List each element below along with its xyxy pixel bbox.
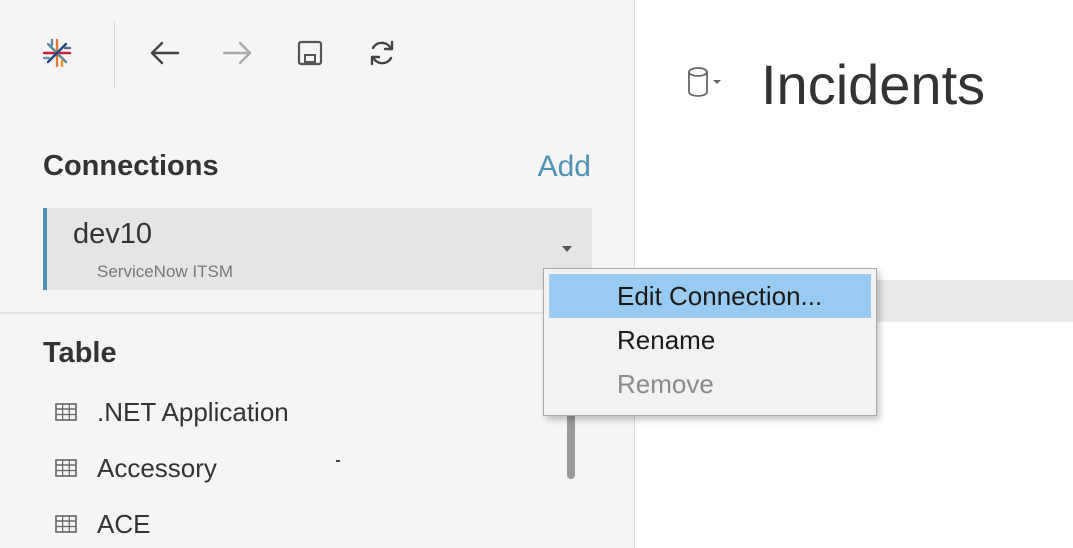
save-icon — [297, 40, 323, 66]
connection-type: ServiceNow ITSM — [97, 262, 234, 281]
back-button[interactable] — [144, 33, 184, 73]
datasource-title[interactable]: Incidents — [761, 52, 985, 117]
arrow-right-icon — [222, 41, 252, 65]
left-panel: Connections Add dev10 ServiceNow ITSM Ta… — [0, 0, 635, 548]
arrow-left-icon — [150, 41, 180, 65]
connection-menu-button[interactable] — [558, 242, 576, 256]
header-strip — [865, 280, 1073, 322]
table-label: Accessory — [97, 452, 217, 483]
tableau-logo-icon — [40, 36, 74, 70]
table-row[interactable]: ACE — [55, 496, 545, 548]
refresh-button[interactable] — [362, 33, 402, 73]
decorative-mark — [336, 460, 340, 462]
connection-item[interactable]: dev10 ServiceNow ITSM — [43, 208, 592, 290]
connections-heading: Connections — [43, 150, 219, 182]
app-window: Connections Add dev10 ServiceNow ITSM Ta… — [0, 0, 1073, 548]
table-row[interactable]: Accessory — [55, 440, 545, 496]
table-heading: Table — [43, 337, 117, 369]
caret-down-icon — [562, 246, 572, 252]
menu-item-edit-connection[interactable]: Edit Connection... — [549, 274, 871, 318]
connection-context-menu: Edit Connection... Rename Remove — [543, 268, 877, 416]
add-connection-link[interactable]: Add — [538, 150, 591, 184]
table-row[interactable]: .NET Application — [55, 384, 545, 440]
toolbar — [0, 0, 634, 100]
connection-name: dev10 — [73, 218, 153, 250]
panel-divider — [0, 312, 634, 314]
toolbar-separator — [114, 22, 115, 88]
table-label: ACE — [97, 508, 151, 539]
refresh-icon — [370, 40, 394, 66]
table-icon — [55, 515, 77, 533]
table-list: .NET Application Accessory ACE — [55, 384, 545, 548]
save-button[interactable] — [290, 33, 330, 73]
forward-button[interactable] — [218, 33, 258, 73]
table-label: .NET Application — [97, 396, 289, 427]
table-icon — [55, 459, 77, 477]
table-icon — [55, 403, 77, 421]
database-icon[interactable] — [687, 66, 727, 100]
menu-item-rename[interactable]: Rename — [549, 318, 871, 362]
menu-item-remove: Remove — [617, 369, 714, 399]
